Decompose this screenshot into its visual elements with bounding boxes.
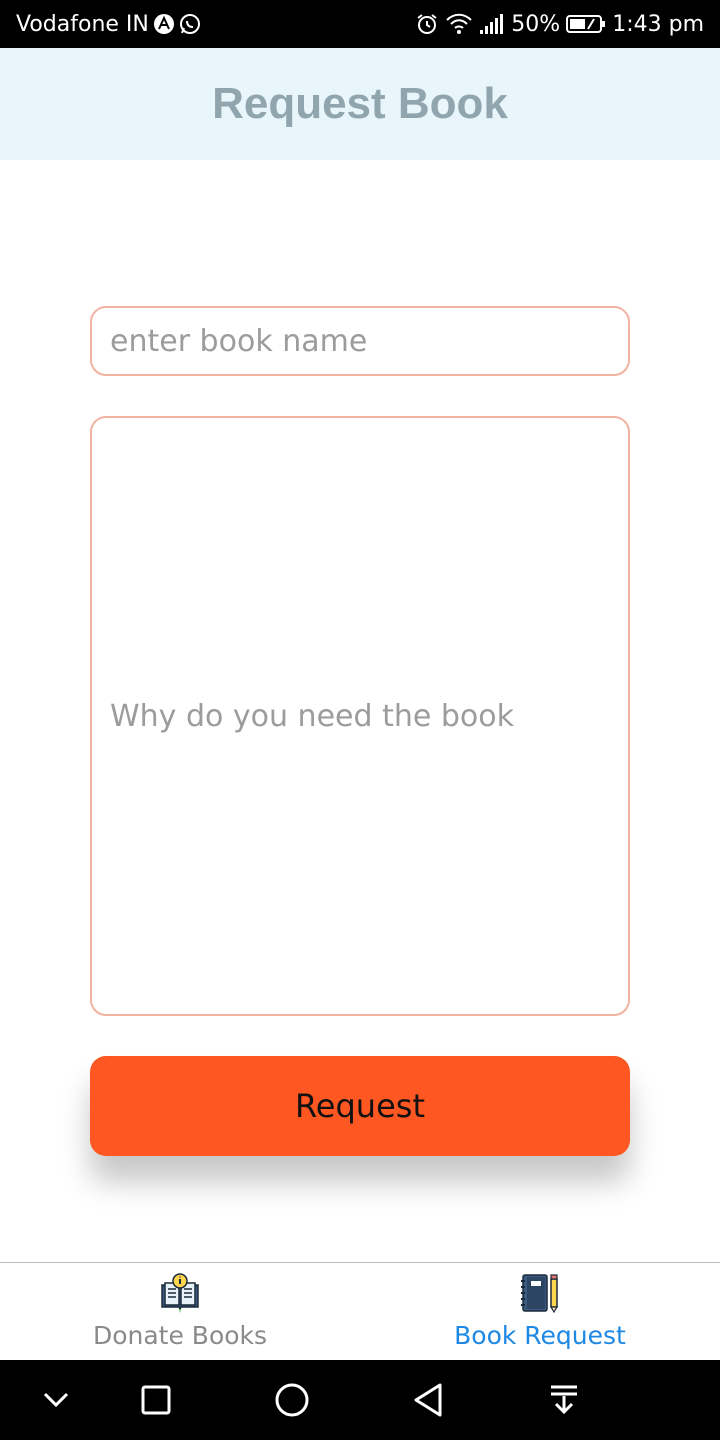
tab-donate-books[interactable]: Donate Books	[0, 1263, 360, 1361]
tab-book-request-label: Book Request	[454, 1321, 626, 1350]
book-info-icon	[159, 1271, 201, 1315]
status-right: 50% 1:43 pm	[415, 0, 704, 48]
recents-square-icon[interactable]	[116, 1360, 196, 1440]
tab-donate-books-label: Donate Books	[92, 1321, 268, 1350]
whatsapp-icon	[179, 13, 201, 35]
alarm-icon	[415, 12, 439, 36]
battery-icon	[566, 13, 606, 35]
bottom-tab-bar: Donate Books Book Request	[0, 1262, 720, 1360]
notification-pull-icon[interactable]	[524, 1360, 604, 1440]
status-bar: Vodafone IN 50% 1:43 pm	[0, 0, 720, 48]
app-header: Request Book	[0, 48, 720, 160]
page-title: Request Book	[212, 79, 508, 128]
notebook-pencil-icon	[519, 1271, 561, 1315]
home-circle-icon[interactable]	[252, 1360, 332, 1440]
a-circle-icon	[153, 13, 175, 35]
book-name-input[interactable]: enter book name	[90, 306, 630, 376]
book-name-placeholder: enter book name	[110, 323, 368, 359]
wifi-icon	[445, 12, 473, 36]
reason-placeholder: Why do you need the book	[110, 698, 514, 734]
reason-textarea[interactable]: Why do you need the book	[90, 416, 630, 1016]
clock-time: 1:43 pm	[612, 11, 704, 37]
chevron-down-icon[interactable]	[16, 1360, 96, 1440]
battery-percentage: 50%	[511, 11, 561, 37]
signal-icon	[479, 13, 505, 35]
status-left: Vodafone IN	[16, 0, 201, 48]
request-button[interactable]: Request	[90, 1056, 630, 1156]
tab-book-request[interactable]: Book Request	[360, 1263, 720, 1361]
request-button-label: Request	[295, 1087, 425, 1125]
carrier-name: Vodafone IN	[16, 11, 149, 37]
back-triangle-icon[interactable]	[388, 1360, 468, 1440]
system-nav-bar	[0, 1360, 720, 1440]
